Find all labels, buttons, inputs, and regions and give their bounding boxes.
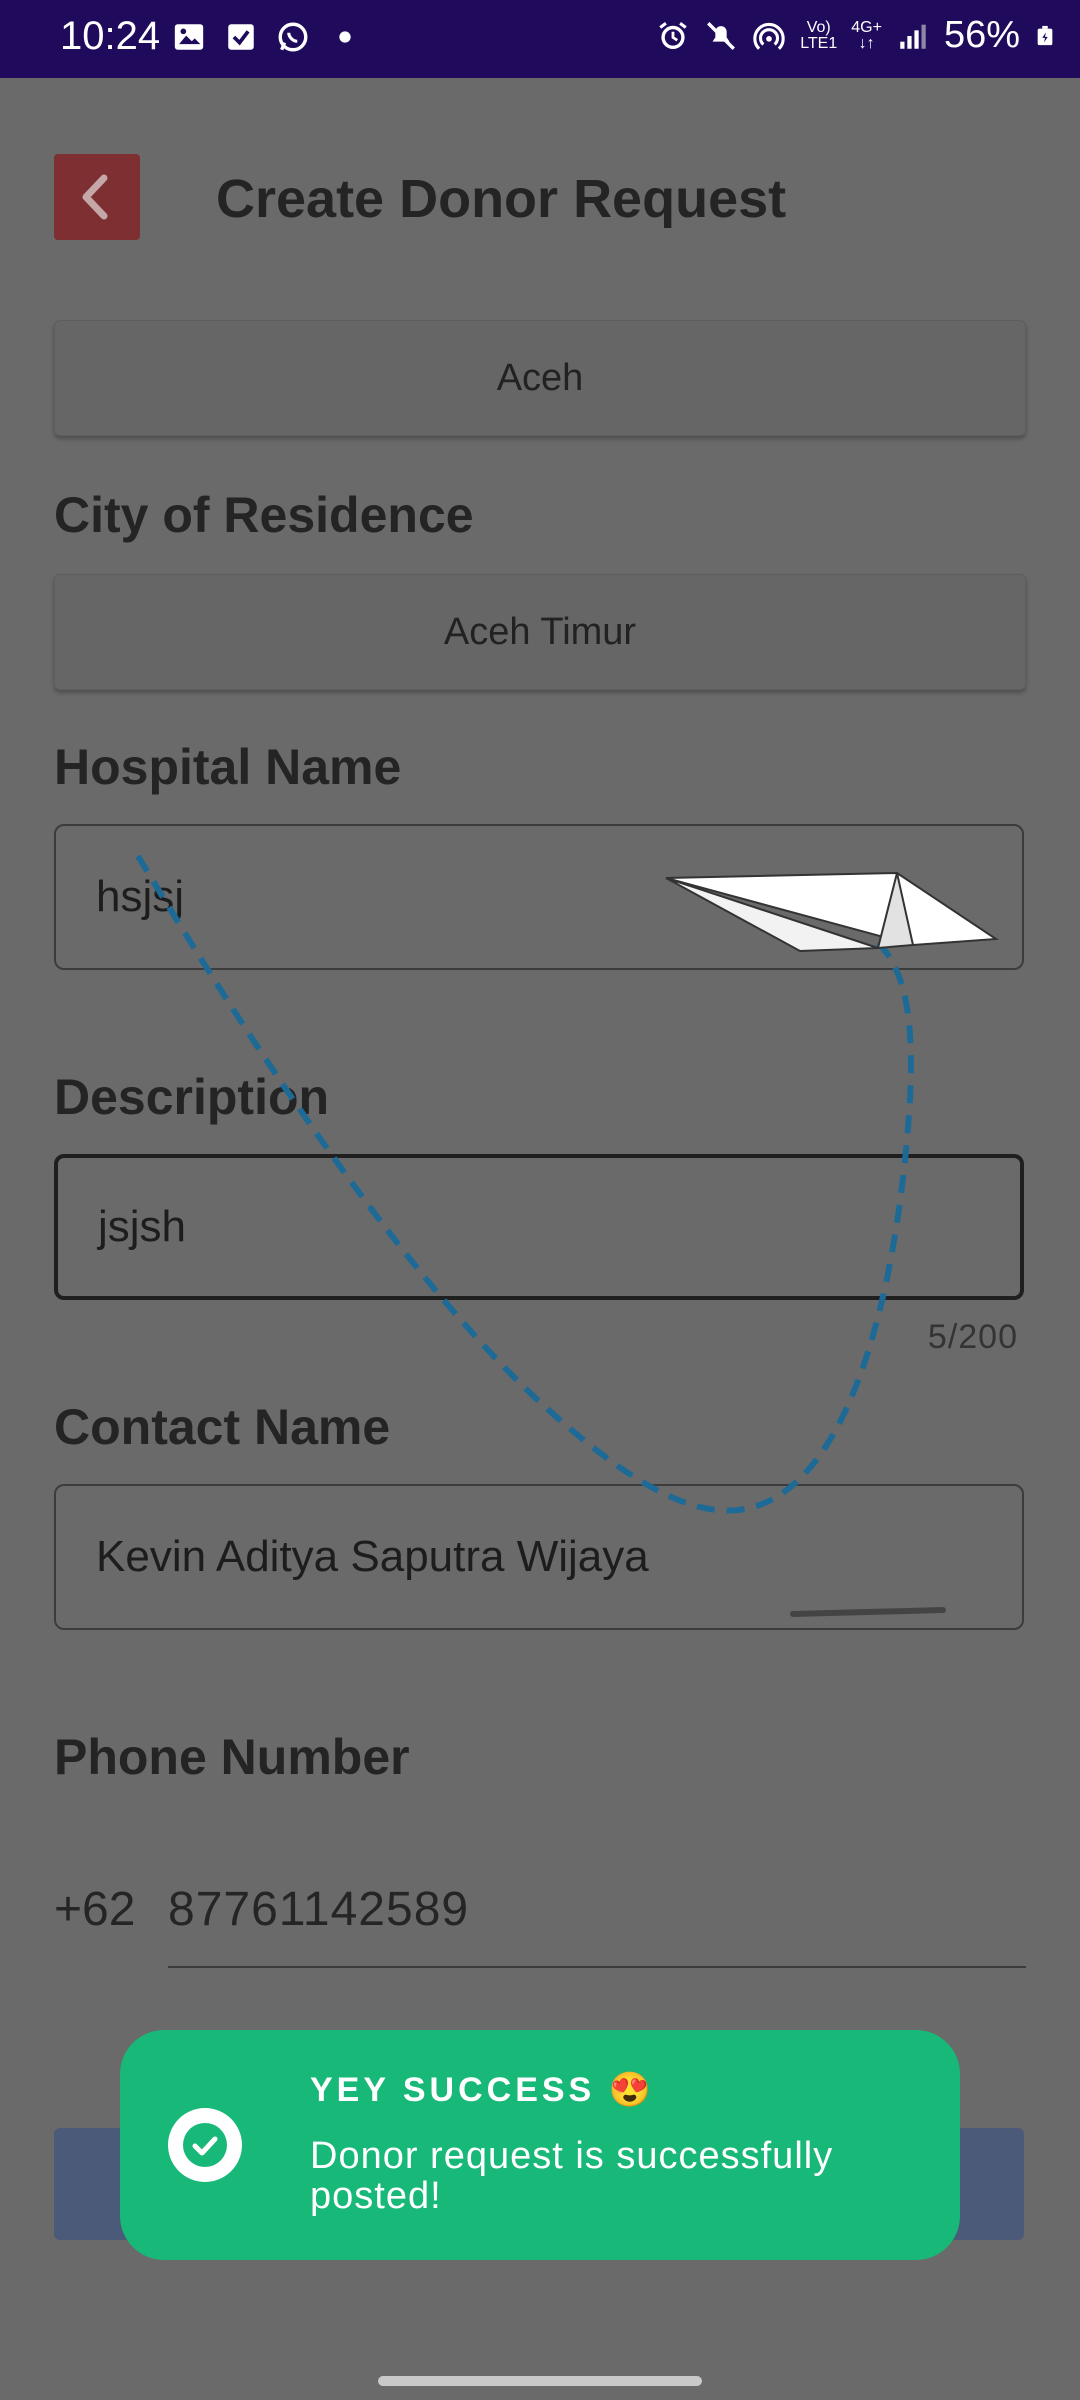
checkbox-icon (228, 24, 254, 50)
dot-icon (339, 31, 351, 43)
contact-input[interactable]: Kevin Aditya Saputra Wijaya (54, 1484, 1024, 1630)
contact-label: Contact Name (54, 1399, 391, 1455)
city-value: Aceh Timur (443, 610, 637, 653)
page-title: Create Donor Request (216, 169, 787, 229)
description-value: jsjsh (98, 1202, 187, 1251)
phone-prefix: +62 (54, 1883, 136, 1936)
phone-input[interactable]: 87761142589 (168, 1882, 469, 1937)
contact-value: Kevin Aditya Saputra Wijaya (96, 1532, 649, 1581)
description-input[interactable]: jsjsh (54, 1154, 1024, 1300)
status-bar: 10:24 Vo) LTE1 4G+ ↓↑ 56% (0, 0, 1080, 78)
description-counter: 5/200 (927, 1318, 1018, 1356)
system-icons: Vo) LTE1 4G+ ↓↑ 56% (656, 14, 1056, 57)
hospital-value: hsjsj (96, 872, 185, 921)
toast-message: Donor request is successfully posted! (310, 2135, 834, 2217)
battery-percent: 56% (943, 14, 1020, 56)
toast-title: YEY SUCCESS 😍 (310, 2071, 656, 2109)
hospital-label: Hospital Name (54, 739, 402, 795)
chevron-left-icon (82, 174, 108, 220)
volte-indicator: Vo) LTE1 (800, 18, 838, 52)
province-select[interactable]: Aceh (54, 320, 1026, 436)
data-indicator: 4G+ ↓↑ (851, 18, 882, 52)
hotspot-icon (753, 22, 785, 50)
description-label: Description (54, 1069, 330, 1125)
notification-icons (172, 20, 362, 54)
battery-icon (1037, 25, 1053, 45)
whatsapp-icon (278, 22, 308, 52)
mute-icon (707, 21, 736, 50)
gallery-icon (174, 24, 204, 50)
alarm-icon (659, 21, 687, 49)
province-value: Aceh (496, 356, 584, 399)
phone-label: Phone Number (54, 1729, 410, 1785)
hospital-input[interactable]: hsjsj (54, 824, 1024, 970)
city-select[interactable]: Aceh Timur (54, 574, 1026, 690)
city-label: City of Residence (54, 487, 474, 543)
phone-underline (168, 1966, 1026, 1968)
signal-icon (900, 24, 926, 49)
success-toast: YEY SUCCESS 😍 Donor request is successfu… (120, 2030, 960, 2260)
status-time: 10:24 (60, 14, 161, 58)
back-button[interactable] (54, 154, 140, 240)
home-indicator[interactable] (378, 2376, 702, 2386)
check-circle-icon (168, 2108, 242, 2182)
